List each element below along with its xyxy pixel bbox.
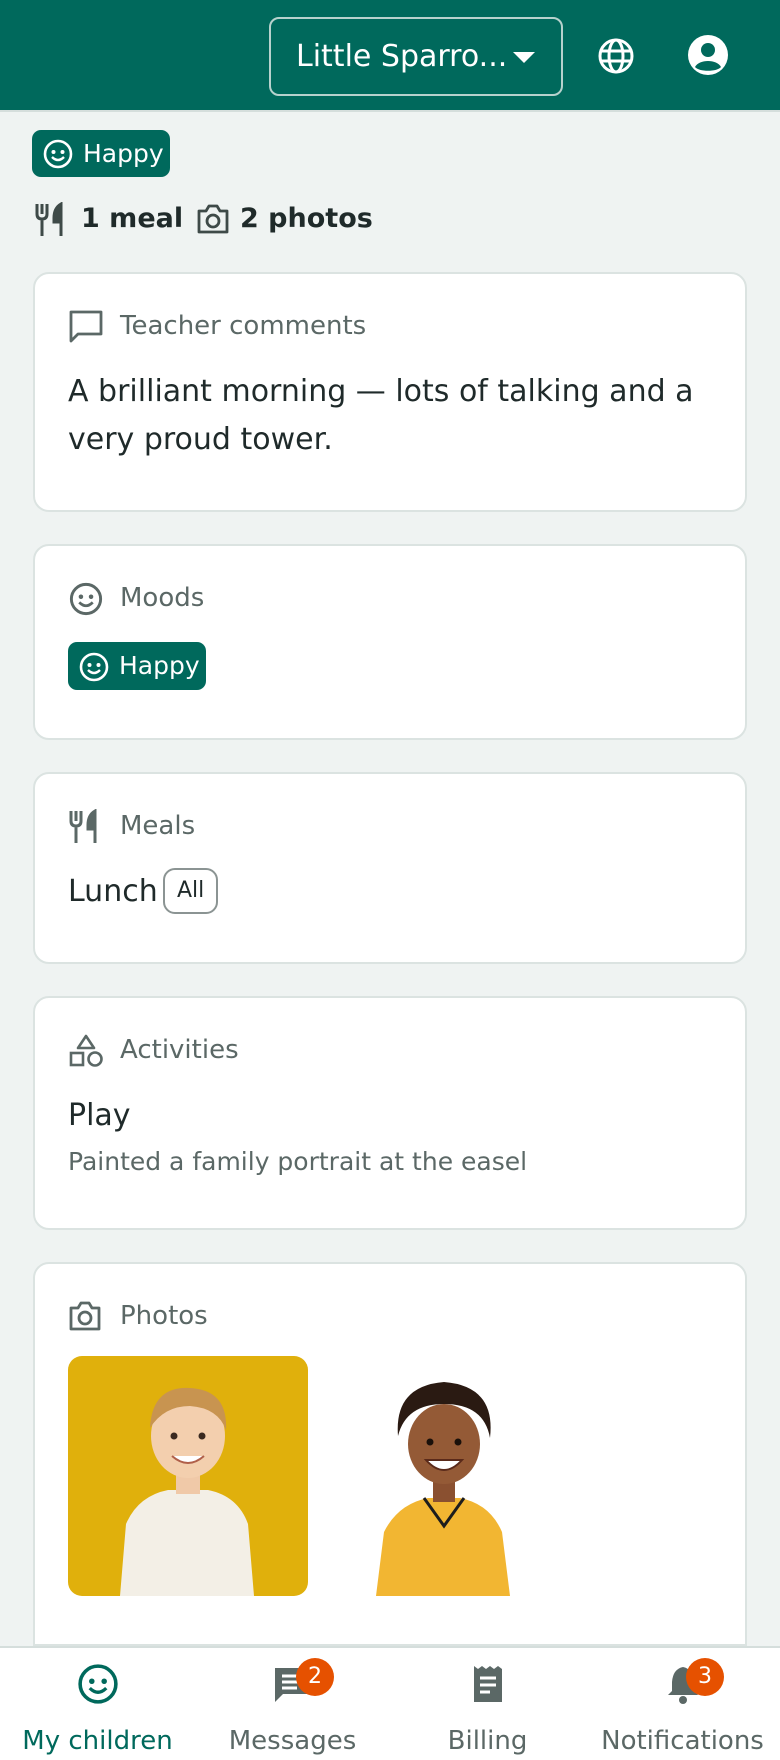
chevron-down-icon (513, 52, 535, 63)
meal-name: Lunch (68, 874, 158, 909)
bottom-navigation: My children 2 Messages Billing 3 Notific… (0, 1646, 780, 1760)
photos-card: Photos (33, 1262, 747, 1646)
meals-heading: Meals (120, 811, 196, 841)
account-circle-icon[interactable] (687, 34, 729, 76)
comment-icon (69, 310, 103, 343)
mood-chip: Happy (68, 642, 206, 690)
activity-description: Painted a family portrait at the easel (68, 1147, 528, 1176)
utensils-icon (69, 809, 97, 843)
card-heading: Photos (68, 1296, 208, 1336)
activities-card: Activities Play Painted a family portrai… (33, 996, 747, 1230)
globe-icon[interactable] (596, 36, 636, 76)
mood-summary-label: Happy (83, 139, 164, 168)
camera-icon (197, 204, 229, 234)
teacher-comments-heading: Teacher comments (120, 311, 367, 341)
nav-label: Notifications (601, 1726, 764, 1756)
nav-billing[interactable]: Billing (390, 1648, 585, 1760)
child-face-icon (78, 1664, 118, 1704)
photos-heading: Photos (120, 1301, 208, 1331)
activities-heading: Activities (120, 1035, 239, 1065)
mood-summary-chip: Happy (32, 130, 170, 177)
camera-icon (69, 1301, 101, 1331)
child-photo-image (120, 1387, 254, 1596)
nav-label: Messages (228, 1726, 357, 1756)
nav-notifications[interactable]: 3 Notifications (585, 1648, 780, 1760)
card-heading: Meals (68, 806, 195, 846)
utensils-icon (35, 202, 63, 236)
meals-count: 1 meal (81, 203, 184, 234)
notifications-badge: 3 (686, 1658, 724, 1696)
child-photo-image (376, 1382, 510, 1596)
messages-badge: 2 (296, 1658, 334, 1696)
school-selector[interactable]: Little Sparro... (269, 17, 563, 96)
child-face-icon (69, 582, 103, 616)
nav-label: My children (22, 1726, 173, 1756)
school-name: Little Sparro... (296, 39, 508, 74)
moods-heading: Moods (120, 583, 205, 613)
card-heading: Activities (68, 1030, 239, 1070)
teacher-comments-card: Teacher comments A brilliant morning — l… (33, 272, 747, 512)
photos-count: 2 photos (240, 203, 373, 234)
shapes-icon (69, 1034, 103, 1067)
nav-label: Billing (447, 1726, 528, 1756)
card-heading: Teacher comments (68, 306, 366, 346)
teacher-comment-text: A brilliant morning — lots of talking an… (68, 374, 694, 457)
photo-thumbnail[interactable] (324, 1356, 564, 1596)
card-heading: Moods (68, 578, 204, 618)
nav-messages[interactable]: 2 Messages (195, 1648, 390, 1760)
app-header: Little Sparro... (0, 0, 780, 112)
nav-my-children[interactable]: My children (0, 1648, 195, 1760)
receipt-icon (474, 1666, 502, 1702)
meal-amount-badge: All (163, 868, 219, 914)
child-face-icon (79, 652, 109, 682)
photo-thumbnail[interactable] (68, 1356, 308, 1596)
child-face-icon (43, 139, 73, 169)
activity-title: Play (68, 1098, 131, 1133)
moods-card: Moods Happy (33, 544, 747, 740)
meals-card: Meals Lunch All (33, 772, 747, 964)
mood-label: Happy (119, 651, 200, 680)
